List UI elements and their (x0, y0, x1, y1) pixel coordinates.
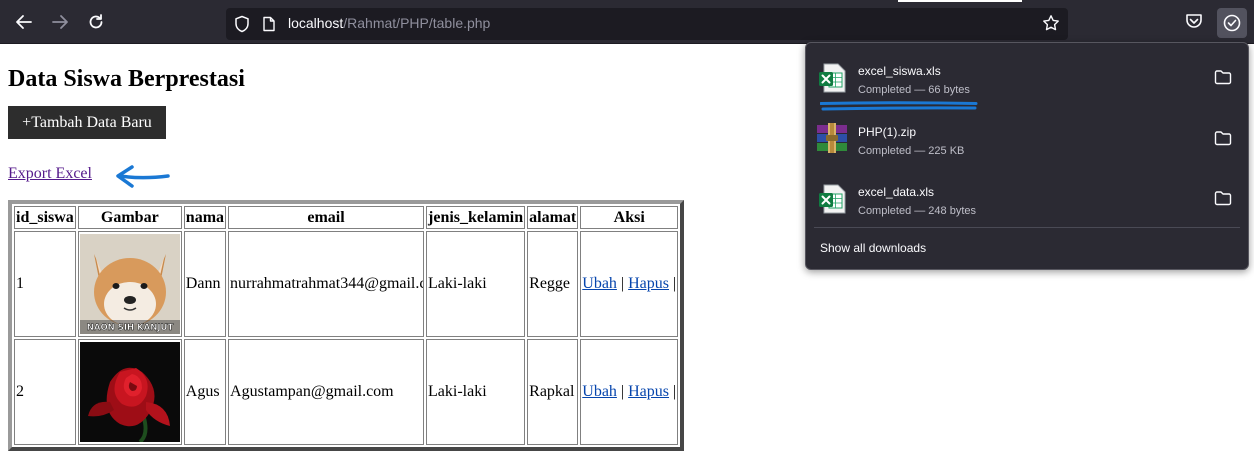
cell-id: 1 (14, 231, 76, 337)
separator: | (673, 275, 677, 292)
student-photo-rose (79, 342, 180, 442)
bookmark-star-icon[interactable] (1042, 14, 1060, 32)
tab-strip-edge (898, 0, 1022, 2)
tracking-protection-shield-icon[interactable] (234, 15, 250, 33)
reload-icon (89, 14, 103, 29)
cell-nama: Dann (183, 231, 227, 337)
download-item[interactable]: PHP(1).zip Completed — 225 KB (806, 108, 1248, 166)
show-all-downloads-button[interactable]: Show all downloads (820, 241, 926, 255)
url-path: /Rahmat/PHP/table.php (343, 15, 491, 31)
cell-actions: Ubah | Hapus | (580, 339, 679, 445)
excel-file-icon (819, 63, 846, 93)
separator: | (673, 383, 677, 400)
download-item[interactable]: excel_siswa.xls Completed — 66 bytes (806, 47, 1248, 111)
column-header: alamat (527, 206, 579, 229)
column-header: nama (183, 206, 227, 229)
show-in-folder-icon[interactable] (1214, 130, 1232, 146)
column-header: Gambar (77, 206, 182, 229)
downloads-check-icon (1223, 14, 1241, 32)
column-header: Aksi (580, 206, 679, 229)
panel-divider (814, 227, 1240, 228)
edit-link[interactable]: Ubah (582, 383, 617, 400)
download-item[interactable]: excel_data.xls Completed — 248 bytes (806, 168, 1248, 226)
cell-image: NAON SIH KANJUT (77, 231, 182, 337)
show-in-folder-icon[interactable] (1214, 190, 1232, 206)
downloads-button[interactable] (1217, 8, 1247, 38)
student-table-wrapper: id_siswa Gambar nama email jenis_kelamin… (8, 200, 685, 451)
excel-file-icon (819, 184, 846, 214)
download-status: Completed — 225 KB (858, 145, 965, 157)
column-header: email (228, 206, 425, 229)
export-excel-link[interactable]: Export Excel (8, 165, 92, 183)
browser-toolbar: localhost/Rahmat/PHP/table.php (0, 0, 1254, 44)
back-arrow-icon (16, 15, 32, 29)
url-text[interactable]: localhost/Rahmat/PHP/table.php (288, 15, 490, 31)
table-row: 2 Agus Agustampan@gmail.com Laki-laki Ra… (14, 339, 679, 445)
student-table: id_siswa Gambar nama email jenis_kelamin… (8, 200, 685, 451)
winrar-archive-icon (817, 123, 847, 153)
download-filename: excel_data.xls (858, 185, 935, 199)
student-photo-dog: NAON SIH KANJUT (79, 234, 180, 334)
cell-actions: Ubah | Hapus | (580, 231, 679, 337)
forward-button[interactable] (46, 8, 74, 36)
cell-image (77, 339, 182, 445)
reload-button[interactable] (82, 8, 110, 36)
cell-email: Agustampan@gmail.com (228, 339, 425, 445)
separator: | (620, 383, 625, 400)
add-new-data-button[interactable]: +Tambah Data Baru (8, 106, 166, 139)
image-caption: NAON SIH KANJUT (87, 323, 174, 333)
delete-link[interactable]: Hapus (628, 383, 669, 400)
cell-gender: Laki-laki (426, 231, 526, 337)
annotation-arrow-icon (116, 165, 170, 188)
download-filename: PHP(1).zip (858, 125, 917, 139)
table-row: 1 NAON SIH KANJUT Dann nurrahmatrahmat34… (14, 231, 679, 337)
delete-link[interactable]: Hapus (628, 275, 669, 292)
table-header-row: id_siswa Gambar nama email jenis_kelamin… (14, 206, 679, 229)
download-filename: excel_siswa.xls (858, 64, 941, 78)
cell-gender: Laki-laki (426, 339, 526, 445)
download-status: Completed — 248 bytes (858, 205, 977, 217)
column-header: jenis_kelamin (426, 206, 526, 229)
show-in-folder-icon[interactable] (1214, 69, 1232, 85)
edit-link[interactable]: Ubah (582, 275, 617, 292)
address-bar[interactable]: localhost/Rahmat/PHP/table.php (226, 8, 1068, 40)
separator: | (620, 275, 625, 292)
page-title: Data Siswa Berprestasi (8, 66, 245, 92)
page-info-icon[interactable] (262, 16, 276, 32)
cell-email: nurrahmatrahmat344@gmail.com (228, 231, 425, 337)
cell-alamat: Rapkal (527, 339, 579, 445)
downloads-panel: excel_siswa.xls Completed — 66 bytes PHP… (805, 42, 1249, 270)
download-status: Completed — 66 bytes (858, 84, 970, 96)
column-header: id_siswa (14, 206, 76, 229)
url-host: localhost (288, 15, 344, 31)
cell-id: 2 (14, 339, 76, 445)
forward-arrow-icon (52, 15, 68, 29)
cell-alamat: Regge (527, 231, 579, 337)
pocket-icon[interactable] (1184, 11, 1204, 31)
cell-nama: Agus (183, 339, 227, 445)
back-button[interactable] (10, 8, 38, 36)
